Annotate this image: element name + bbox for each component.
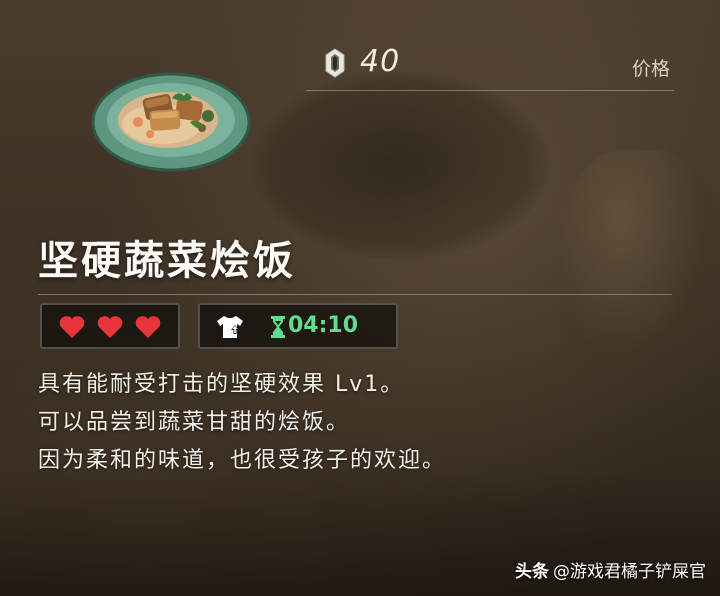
hourglass-icon bbox=[271, 316, 285, 338]
hearts-box bbox=[40, 303, 180, 349]
price-row: 40 价格 bbox=[306, 38, 674, 91]
watermark-brand: 头条 bbox=[515, 562, 549, 582]
background-jar bbox=[560, 150, 720, 380]
watermark: 头条 @游戏君橘子铲屎官 bbox=[515, 557, 706, 582]
heart-icon bbox=[135, 316, 161, 338]
description-line: 可以品尝到蔬菜甘甜的烩饭。 bbox=[38, 410, 351, 435]
price-label: 价格 bbox=[631, 58, 670, 80]
description-line: 因为柔和的味道，也很受孩子的欢迎。 bbox=[38, 448, 447, 473]
heart-icon bbox=[97, 316, 123, 338]
heart-icon bbox=[59, 316, 85, 338]
defense-up-tunic-icon bbox=[217, 316, 243, 338]
item-description: 具有能耐受打击的坚硬效果 Lv1。 可以品尝到蔬菜甘甜的烩饭。 因为柔和的味道，… bbox=[38, 366, 446, 480]
item-title: 坚硬蔬菜烩饭 bbox=[38, 238, 296, 284]
description-line: 具有能耐受打击的坚硬效果 Lv1。 bbox=[38, 372, 405, 397]
dish-icon bbox=[91, 72, 251, 172]
watermark-handle: @游戏君橘子铲屎官 bbox=[553, 562, 706, 582]
rupee-icon bbox=[325, 48, 345, 78]
duration-timer: 04:10 bbox=[288, 313, 359, 338]
price-value: 40 bbox=[360, 44, 401, 79]
effect-box: 04:10 bbox=[198, 303, 398, 349]
title-divider bbox=[38, 294, 672, 295]
